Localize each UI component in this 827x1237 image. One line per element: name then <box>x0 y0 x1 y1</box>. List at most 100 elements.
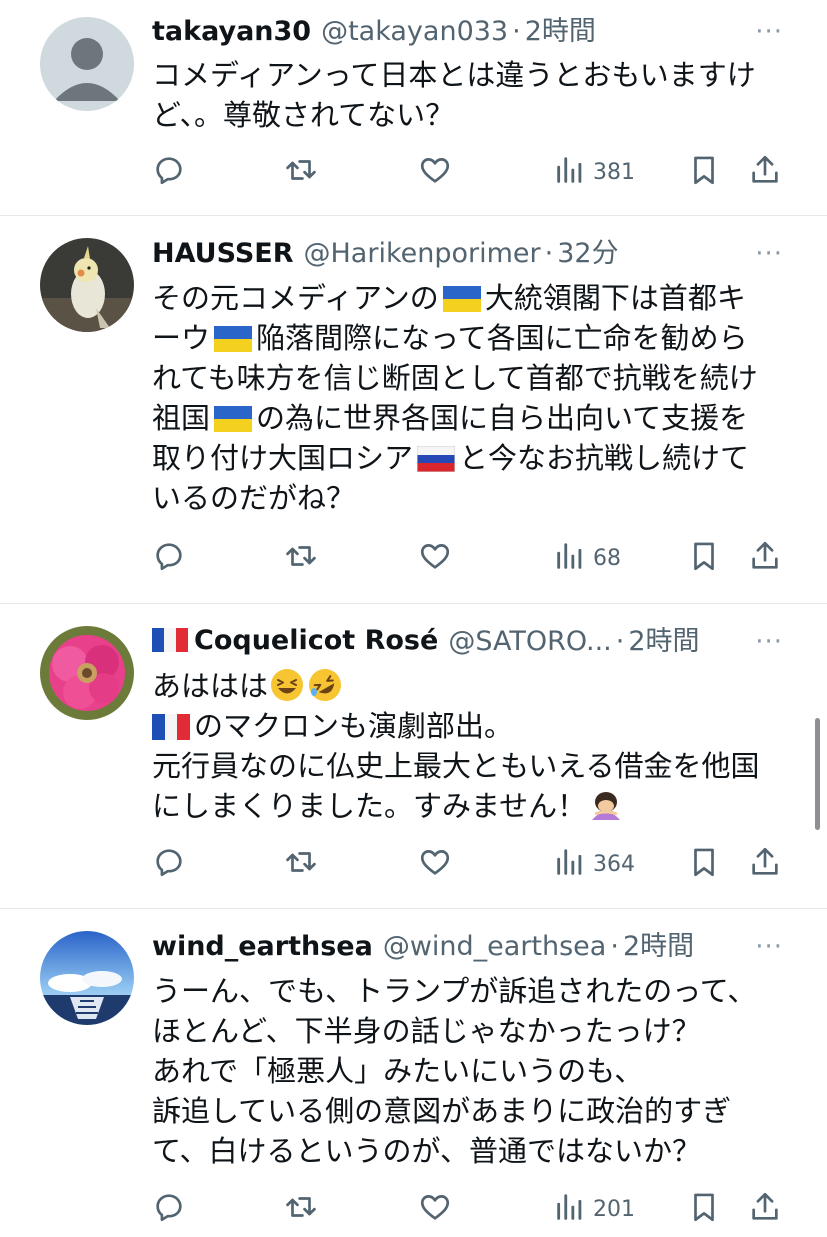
user-handle[interactable]: @wind_earthsea <box>383 929 607 965</box>
separator: · <box>544 238 554 269</box>
more-options-icon[interactable]: ··· <box>755 241 783 267</box>
bookmark-button[interactable] <box>687 1189 721 1229</box>
display-name[interactable]: HAUSSER <box>152 236 294 272</box>
reply-icon <box>152 845 186 883</box>
share-button[interactable] <box>748 152 782 192</box>
scrollbar-thumb[interactable] <box>815 718 820 830</box>
text-segment: のマクロンも演劇部出。 <box>194 709 514 743</box>
views-count: 364 <box>593 851 635 877</box>
user-handle[interactable]: @SATORO... <box>448 624 611 660</box>
text-segment: 陥落間際になって各国に亡命を勧めら <box>256 321 748 355</box>
text-line: のマクロンも演劇部出。 <box>152 706 792 746</box>
user-handle[interactable]: @takayan033 <box>321 14 508 50</box>
views-icon <box>553 1190 587 1228</box>
text-line: あははは <box>152 666 792 706</box>
timestamp[interactable]: 2時間 <box>623 929 694 965</box>
action-bar: 68 <box>0 538 827 578</box>
share-button[interactable] <box>748 538 782 578</box>
views-button[interactable]: 381 <box>553 152 635 192</box>
display-name-text: Coquelicot Rosé <box>194 624 439 656</box>
text-segment: その元コメディアンの <box>152 281 439 315</box>
text-line: にしまくりました。すみません！ <box>152 786 792 826</box>
ukraine-flag-icon <box>214 322 253 362</box>
text-segment: 大統領閣下は首都キ <box>484 281 746 315</box>
avatar-default-icon[interactable] <box>40 17 134 111</box>
display-name[interactable]: wind_earthsea <box>152 929 373 965</box>
reply-icon <box>152 153 186 191</box>
display-name[interactable]: takayan30 <box>152 14 311 50</box>
ukraine-flag-icon <box>214 402 253 442</box>
reply-button[interactable] <box>152 844 186 884</box>
retweet-button[interactable] <box>284 844 318 884</box>
like-button[interactable] <box>418 152 452 192</box>
heart-icon <box>418 845 452 883</box>
text-segment: ーウ <box>152 321 211 355</box>
action-bar: 381 <box>0 152 827 192</box>
timestamp[interactable]: 2時間 <box>628 624 699 660</box>
heart-icon <box>418 539 452 577</box>
france-flag-icon <box>152 626 188 661</box>
tweet[interactable]: takayan30 @takayan033 · 2時間 ··· コメディアンって… <box>0 0 827 216</box>
text-segment: の為に世界各国に自ら出向いて支援を <box>256 401 749 435</box>
like-button[interactable] <box>418 538 452 578</box>
retweet-icon <box>284 1190 318 1228</box>
reply-button[interactable] <box>152 1189 186 1229</box>
display-name[interactable]: Coquelicot Rosé <box>152 624 438 660</box>
retweet-icon <box>284 539 318 577</box>
ukraine-flag-icon <box>442 282 481 322</box>
timestamp[interactable]: 2時間 <box>525 14 596 50</box>
views-icon <box>553 539 587 577</box>
share-icon <box>748 539 782 577</box>
retweet-button[interactable] <box>284 538 318 578</box>
share-icon <box>748 153 782 191</box>
separator: · <box>615 626 625 657</box>
views-button[interactable]: 68 <box>553 538 621 578</box>
france-flag-icon <box>152 710 190 750</box>
text-line: あれで「極悪人」みたいにいうのも、 <box>152 1054 644 1088</box>
tweet[interactable]: HAUSSER @Harikenporimer · 32分 ··· その元コメデ… <box>0 216 827 604</box>
share-icon <box>748 845 782 883</box>
bookmark-button[interactable] <box>687 152 721 192</box>
text-line: れても味方を信じ断固として首都で抗戦を続け <box>152 361 758 395</box>
text-line: うーん、でも、トランプが訴追されたのって、 <box>152 974 757 1008</box>
russia-flag-icon <box>416 442 456 482</box>
bookmark-button[interactable] <box>687 538 721 578</box>
retweet-icon <box>284 153 318 191</box>
bookmark-button[interactable] <box>687 844 721 884</box>
share-button[interactable] <box>748 1189 782 1229</box>
text-line: 元行員なのに仏史上最大ともいえる借金を他国 <box>152 749 760 783</box>
retweet-button[interactable] <box>284 152 318 192</box>
user-handle[interactable]: @Harikenporimer <box>304 236 541 272</box>
text-segment: にしまくりました。すみません！ <box>152 789 587 823</box>
reply-button[interactable] <box>152 538 186 578</box>
reply-button[interactable] <box>152 152 186 192</box>
timestamp[interactable]: 32分 <box>557 236 618 272</box>
action-bar: 364 <box>0 844 827 884</box>
tweet[interactable]: wind_earthsea @wind_earthsea · 2時間 ··· う… <box>0 909 827 1237</box>
more-options-icon[interactable]: ··· <box>755 629 783 655</box>
more-options-icon[interactable]: ··· <box>755 934 783 960</box>
bookmark-icon <box>687 539 721 577</box>
views-button[interactable]: 364 <box>553 844 635 884</box>
views-count: 201 <box>593 1196 635 1222</box>
more-options-icon[interactable]: ··· <box>755 19 783 45</box>
avatar-parrot-icon[interactable] <box>40 238 134 332</box>
text-line: ーウ 陥落間際になって各国に亡命を勧めら <box>152 318 792 358</box>
retweet-button[interactable] <box>284 1189 318 1229</box>
text-line: 訴追している側の意図があまりに政治的すぎ <box>152 1094 732 1128</box>
like-button[interactable] <box>418 1189 452 1229</box>
heart-icon <box>418 153 452 191</box>
views-icon <box>553 153 587 191</box>
text-segment: と今なお抗戦し続けて <box>459 441 750 475</box>
tweet-text: あははは のマクロンも演劇部出。 元行員なのに仏史上最大ともいえる借金を他国 に… <box>152 666 792 826</box>
bookmark-icon <box>687 1190 721 1228</box>
heart-icon <box>418 1190 452 1228</box>
avatar-flower-icon[interactable] <box>40 626 134 720</box>
views-button[interactable]: 201 <box>553 1189 635 1229</box>
views-count: 68 <box>593 545 621 571</box>
share-button[interactable] <box>748 844 782 884</box>
avatar-landscape-icon[interactable] <box>40 931 134 1025</box>
tweet[interactable]: Coquelicot Rosé @SATORO... · 2時間 ··· あはは… <box>0 604 827 909</box>
like-button[interactable] <box>418 844 452 884</box>
text-line: いるのだがね？ <box>152 481 356 515</box>
